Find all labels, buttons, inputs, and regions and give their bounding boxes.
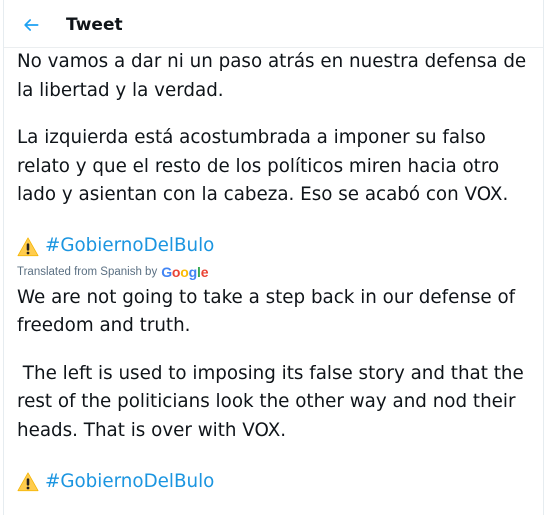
warning-icon — [17, 236, 39, 256]
translated-text-line: We are not going to take a step back in … — [17, 286, 516, 308]
tweet-body: No vamos a dar ni un paso atrás en nuest… — [17, 48, 537, 497]
tweet-text-line: La izquierda está acostumbrada a imponer… — [17, 127, 486, 148]
page-title: Tweet — [66, 15, 123, 35]
translated-text-line: heads. That is over with VOX. — [17, 419, 287, 441]
original-hashtag-line: #GobiernoDelBulo — [17, 232, 537, 262]
google-logo: Google — [161, 264, 209, 281]
tweet-text-line: lado y asientan con la cabeza. Eso se ac… — [17, 184, 509, 205]
translated-text-line: The left is used to imposing its false s… — [17, 362, 524, 384]
tweet-text-line: relato y que el resto de los políticos m… — [17, 155, 500, 177]
tweet-panel: Tweet No vamos a dar ni un paso atrás en… — [3, 0, 544, 515]
translated-text-line: rest of the politicians look the other w… — [17, 391, 516, 412]
translated-text-line: freedom and truth. — [17, 315, 191, 336]
hashtag-link[interactable]: #GobiernoDelBulo — [45, 232, 214, 261]
hashtag-link[interactable]: #GobiernoDelBulo — [45, 468, 214, 497]
translation-label[interactable]: Translated from Spanish by — [17, 258, 157, 287]
tweet-header: Tweet — [4, 0, 543, 48]
tweet-text-line: la libertad y la verdad. — [17, 79, 224, 101]
warning-icon — [17, 472, 39, 492]
translated-hashtag-line: #GobiernoDelBulo — [17, 467, 537, 497]
translation-attribution: Translated from Spanish by Google — [17, 262, 537, 284]
back-button[interactable] — [16, 10, 46, 40]
tweet-text-line: No vamos a dar ni un paso atrás en nuest… — [17, 51, 527, 72]
arrow-left-icon — [24, 19, 39, 31]
